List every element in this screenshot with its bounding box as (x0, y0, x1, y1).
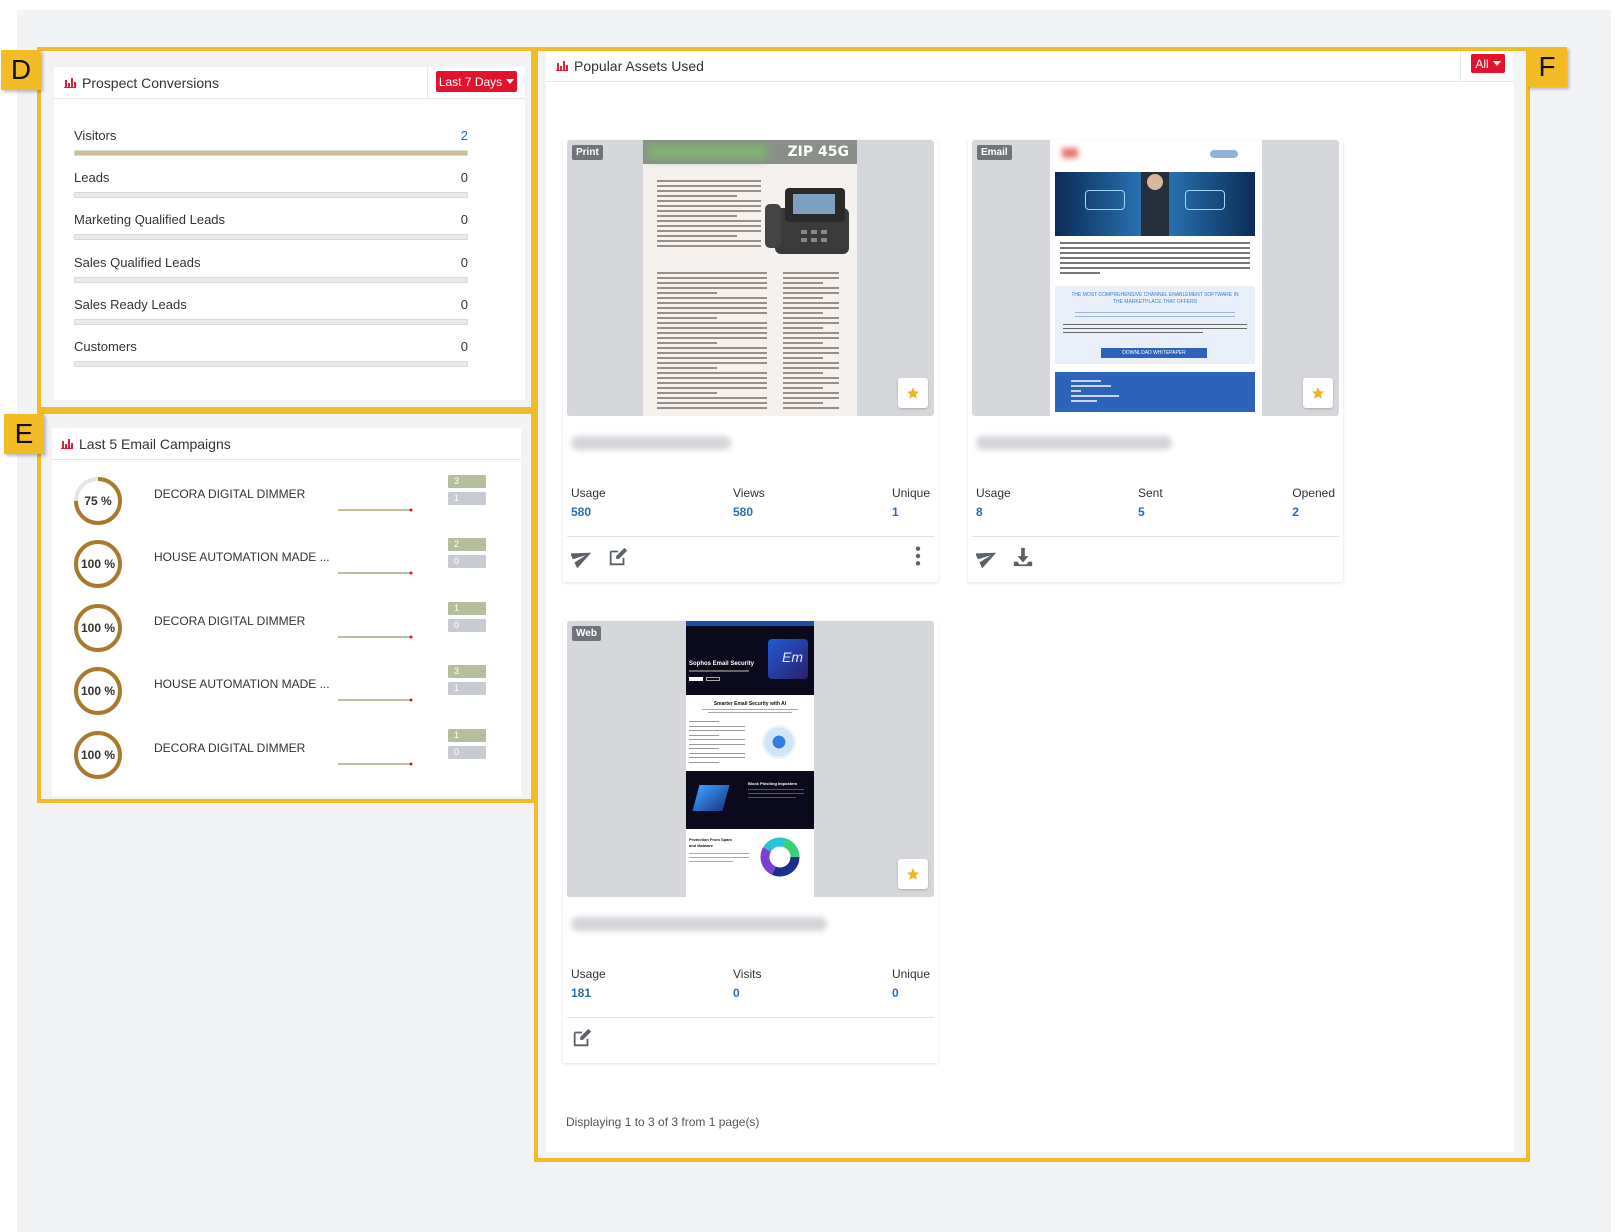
callout-frame-e (37, 410, 535, 803)
callout-frame-f (534, 47, 1530, 1162)
callout-frame-d (37, 47, 535, 411)
callout-label-d: D (1, 50, 41, 90)
callout-label-f: F (1527, 47, 1567, 87)
callout-label-e: E (4, 414, 44, 454)
